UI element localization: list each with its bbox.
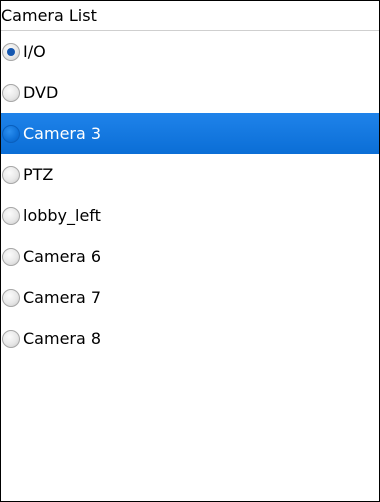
camera-list: I/O DVD Camera 3 PTZ lobby_left Camera 6… (1, 31, 379, 359)
camera-label: Camera 8 (23, 329, 102, 348)
camera-label: DVD (23, 83, 59, 102)
camera-item-ptz[interactable]: PTZ (1, 154, 379, 195)
camera-item-camera-6[interactable]: Camera 6 (1, 236, 379, 277)
camera-label: Camera 7 (23, 288, 102, 307)
radio-button-selected-icon[interactable] (2, 42, 20, 61)
radio-button-icon[interactable] (2, 288, 20, 307)
radio-button-icon[interactable] (2, 247, 20, 266)
radio-button-icon[interactable] (2, 329, 20, 348)
camera-label: PTZ (23, 165, 54, 184)
camera-label: I/O (23, 42, 46, 61)
camera-list-screen: Camera List I/O DVD Camera 3 PTZ lobby_l… (0, 0, 380, 502)
camera-label: Camera 3 (23, 124, 102, 143)
camera-item-camera-3[interactable]: Camera 3 (1, 113, 379, 154)
camera-item-camera-7[interactable]: Camera 7 (1, 277, 379, 318)
camera-item-io[interactable]: I/O (1, 31, 379, 72)
camera-item-dvd[interactable]: DVD (1, 72, 379, 113)
camera-item-camera-8[interactable]: Camera 8 (1, 318, 379, 359)
page-title: Camera List (1, 1, 379, 31)
camera-label: Camera 6 (23, 247, 102, 266)
radio-button-icon[interactable] (2, 124, 20, 143)
radio-button-icon[interactable] (2, 206, 20, 225)
radio-button-icon[interactable] (2, 165, 20, 184)
camera-label: lobby_left (23, 206, 101, 225)
camera-item-lobby-left[interactable]: lobby_left (1, 195, 379, 236)
radio-dot-icon (7, 47, 15, 56)
radio-button-icon[interactable] (2, 83, 20, 102)
